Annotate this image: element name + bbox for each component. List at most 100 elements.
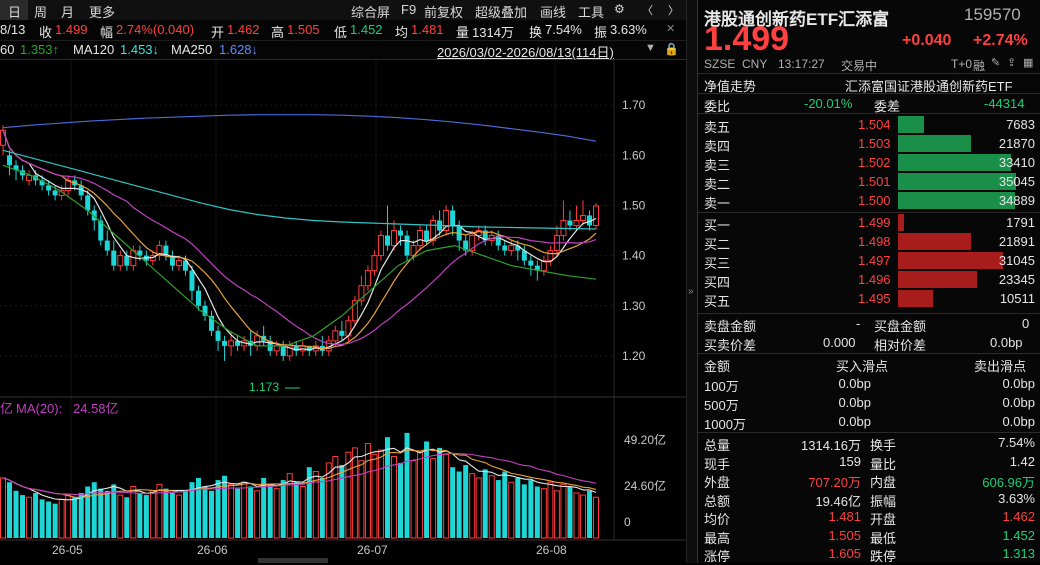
period-tab-month[interactable]: 月 [61, 2, 74, 21]
volume-unit-label: 亿 [0, 401, 13, 416]
ask-label-4: 卖四 [704, 139, 731, 154]
ask-price-3: 1.502 [858, 155, 891, 170]
stat-label-5-a: 最高 [704, 530, 731, 546]
volume-bar [339, 465, 345, 538]
slippage-sell-0: 0.0bp [1002, 376, 1035, 391]
volume-bar [175, 494, 182, 539]
volume-bar [424, 441, 430, 538]
volume-bar [65, 494, 72, 539]
chevron-right-icon[interactable]: 〉 [668, 2, 679, 18]
margin-label: 融 [973, 59, 986, 73]
volume-bar [293, 482, 299, 538]
toolbar-tools[interactable]: 工具 [578, 2, 604, 21]
ask-depth-bar-3 [898, 154, 1012, 171]
price-tick-label: 1.50 [622, 198, 646, 212]
slippage-amount-1: 500万 [704, 398, 739, 413]
time-tick-label: 26-06 [197, 543, 228, 557]
volume-bar [482, 469, 488, 538]
volume-tick-label: 49.20亿 [624, 432, 666, 447]
volume-bar [515, 477, 521, 538]
volume-bar [567, 486, 573, 538]
volume-bar [235, 488, 241, 538]
ask-depth-bar-1 [898, 192, 1015, 209]
chevron-left-icon[interactable]: 〈 [642, 2, 653, 18]
stat-value-3-a: 19.46亿 [815, 493, 861, 509]
toolbar-super-overlay[interactable]: 超级叠加 [475, 2, 527, 21]
volume-bar [280, 480, 286, 538]
gear-icon[interactable]: ⚙ [614, 2, 625, 16]
info-amplitude-label: 振 [594, 25, 608, 40]
price-tick-label: 1.20 [622, 349, 646, 363]
ask-volume-1: 34889 [998, 193, 1035, 208]
ask-price-2: 1.501 [858, 174, 891, 189]
volume-bar [469, 473, 476, 539]
volume-bar [117, 494, 124, 539]
volume-bar [222, 475, 228, 538]
volume-bar [553, 490, 560, 539]
volume-bar [104, 490, 110, 538]
ask-label-2: 卖二 [704, 177, 731, 192]
bid-price-5: 1.495 [858, 291, 891, 306]
toolbar-forward-adjust[interactable]: 前复权 [424, 2, 463, 21]
info-change: 2.74%(0.040) [116, 22, 195, 37]
info-amplitude: 3.63% [610, 22, 647, 37]
bid-volume-1: 1791 [1006, 215, 1035, 230]
toolbar-composite-screen[interactable]: 综合屏 [351, 2, 390, 21]
grid-icon[interactable]: ▦ [1023, 56, 1033, 69]
stat-value-2-a: 707.20万 [808, 475, 861, 490]
volume-bar [241, 481, 248, 539]
time-tick-label: 26-08 [536, 543, 567, 557]
period-tab-week[interactable]: 周 [34, 2, 47, 21]
stat-label-0-a: 总量 [704, 438, 731, 453]
kline-info-row: 8/13 收 1.499 幅 2.74%(0.040) 开 1.462 高 1.… [0, 20, 688, 41]
close-icon[interactable]: ✕ [666, 22, 675, 35]
volume-bar [586, 490, 592, 538]
info-turnover-label: 换 [529, 25, 543, 40]
ask-label-1: 卖一 [704, 196, 731, 211]
volume-bar [273, 488, 280, 539]
candle [593, 202, 599, 230]
price-tick-label: 1.70 [622, 98, 646, 112]
volume-bar [398, 462, 404, 538]
collapse-arrow-icon[interactable]: » [688, 286, 694, 297]
ask-volume-4: 21870 [998, 136, 1035, 151]
toolbar-f9[interactable]: F9 [401, 2, 416, 17]
toolbar-draw-line[interactable]: 画线 [540, 2, 566, 21]
volume-bar [169, 492, 175, 538]
bid-label-2: 买二 [704, 237, 731, 252]
volume-bar [248, 486, 254, 538]
stat-value-5-b: 1.452 [1002, 527, 1035, 543]
volume-bar [299, 486, 306, 539]
volume-bar [52, 503, 58, 538]
time-tick-label: 26-05 [52, 543, 83, 557]
edit-icon[interactable]: ✎ [991, 56, 1000, 69]
date-range[interactable]: 2026/03/02-2026/08/13(114日) [437, 42, 614, 61]
volume-bar [46, 501, 52, 538]
volume-bar [528, 480, 534, 538]
ask-depth-bar-5 [898, 116, 924, 133]
ma120-label: MA120 [73, 42, 115, 57]
volume-ma-value: 24.58亿 [73, 401, 119, 416]
sell-amount-value: - [856, 316, 861, 331]
bid-price-3: 1.497 [858, 253, 891, 268]
spread-label: 买卖价差 [704, 338, 757, 353]
dropdown-triangle-icon[interactable]: ▼ [645, 42, 656, 54]
horizontal-scrollbar[interactable] [258, 558, 328, 563]
share-icon[interactable]: ⇪ [1007, 56, 1016, 69]
lock-icon[interactable]: 🔒 [664, 42, 679, 56]
stat-value-4-a: 1.481 [828, 509, 861, 524]
stat-label-0-b: 换手 [870, 438, 897, 453]
bid-price-4: 1.496 [858, 272, 891, 287]
period-tab-more[interactable]: 更多 [89, 2, 115, 21]
ask-label-3: 卖三 [704, 158, 731, 173]
volume-bar [540, 488, 547, 539]
volume-bar [137, 492, 143, 538]
info-low-label: 低 [334, 25, 348, 40]
info-open-label: 开 [211, 25, 225, 40]
volume-bar [410, 460, 417, 539]
stat-label-6-b: 跌停 [870, 549, 897, 564]
kline-chart[interactable]: 1.70 1.60 1.50 1.40 1.30 1.20 49.20亿 24.60亿 0 2… [0, 60, 686, 563]
period-tab-day[interactable]: 日 [8, 2, 21, 21]
bid-label-4: 买四 [704, 275, 731, 290]
volume-bar [13, 490, 19, 538]
